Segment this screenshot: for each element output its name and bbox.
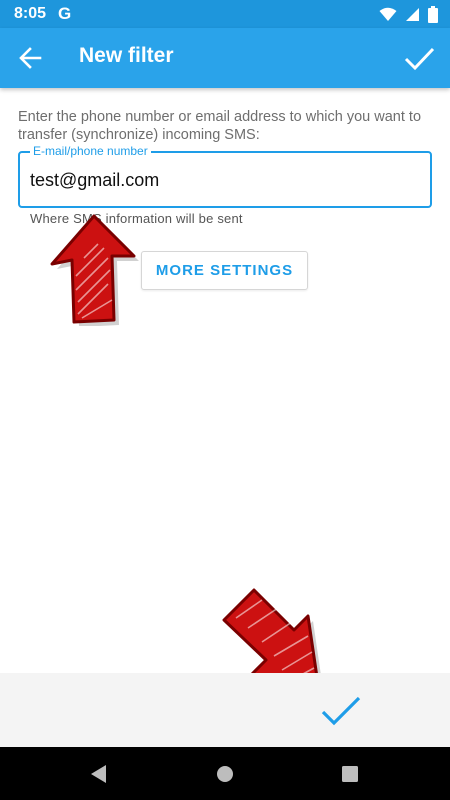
back-button[interactable]: [14, 43, 46, 73]
more-settings-button[interactable]: MORE SETTINGS: [141, 251, 308, 290]
page-title: New filter: [79, 44, 174, 67]
annotation-arrow-up-icon: [50, 214, 139, 326]
check-icon: [404, 47, 435, 71]
instructions-text: Enter the phone number or email address …: [18, 109, 422, 143]
app-bar: New filter: [0, 28, 450, 88]
battery-icon: [428, 5, 438, 23]
email-phone-field: E-mail/phone number: [18, 144, 432, 208]
wifi-icon: [379, 7, 397, 21]
email-phone-field-label: E-mail/phone number: [30, 144, 151, 158]
google-icon: G: [58, 4, 72, 23]
bottom-confirm-button[interactable]: [320, 694, 362, 728]
status-time: 8:05: [14, 5, 47, 22]
status-icons: [379, 5, 438, 23]
status-bar: 8:05 G: [0, 0, 450, 28]
nav-recents-icon[interactable]: [341, 765, 359, 783]
nav-back-icon[interactable]: [89, 764, 109, 784]
signal-icon: [406, 7, 419, 21]
email-phone-input[interactable]: [30, 167, 420, 193]
check-icon: [321, 696, 361, 726]
bottom-bar: [0, 673, 450, 747]
nav-home-icon[interactable]: [215, 764, 235, 784]
confirm-button[interactable]: [402, 41, 436, 75]
arrow-back-icon: [19, 47, 42, 69]
